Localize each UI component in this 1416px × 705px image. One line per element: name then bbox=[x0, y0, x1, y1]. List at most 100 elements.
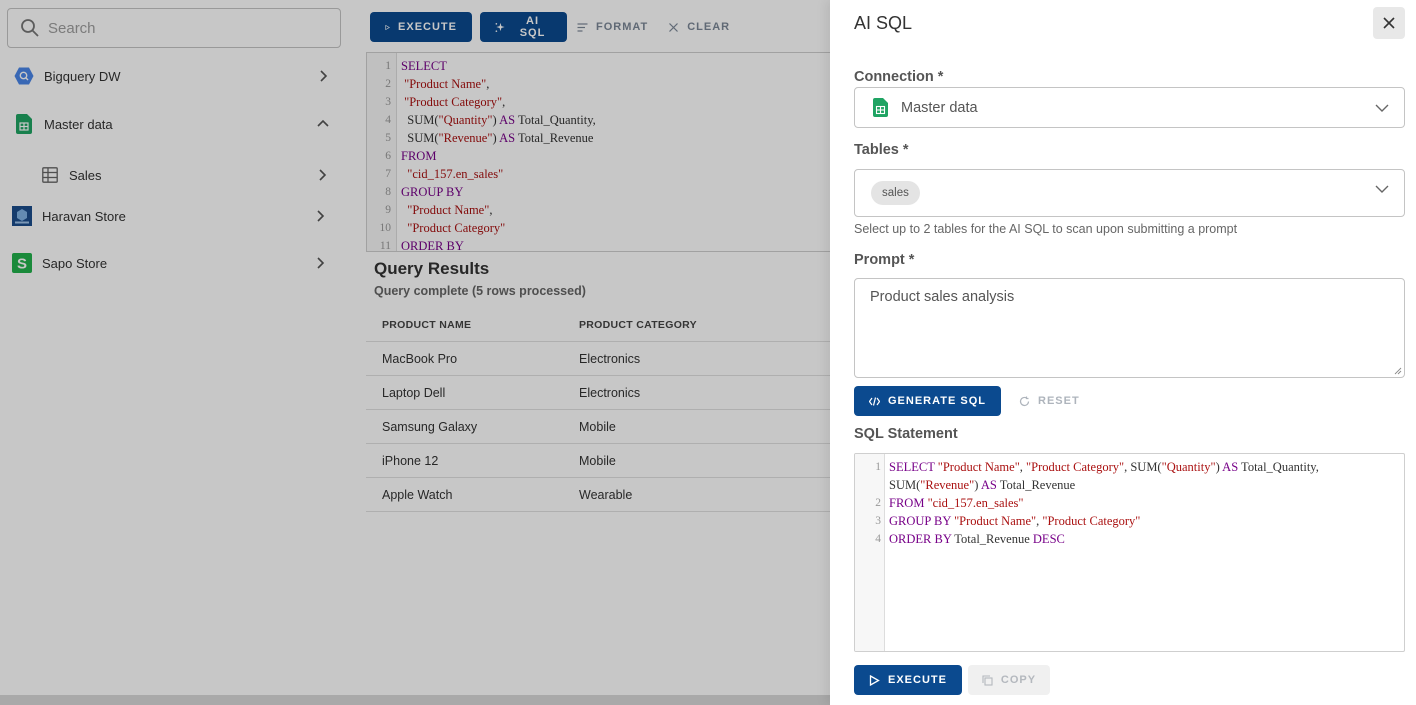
execute-sql-button[interactable]: EXECUTE bbox=[854, 665, 962, 695]
editor-area: EXECUTE AI SQL FORMAT CLEAR 1 SELECT 2 "P… bbox=[361, 0, 830, 670]
code-line: 11 ORDER BY bbox=[367, 237, 464, 251]
haravan-icon bbox=[12, 206, 32, 226]
line-number: 3 bbox=[875, 515, 881, 527]
table-cell: Electronics bbox=[579, 351, 641, 366]
horizontal-scrollbar[interactable] bbox=[0, 695, 830, 705]
line-number: 6 bbox=[385, 150, 391, 162]
line-number: 9 bbox=[385, 204, 391, 216]
prompt-value: Product sales analysis bbox=[870, 289, 1015, 305]
table-cell: MacBook Pro bbox=[382, 351, 458, 366]
google-sheets-icon bbox=[14, 114, 34, 134]
sidebar-item-label: Sales bbox=[69, 167, 102, 183]
code-line: 1 SELECT "Product Name", "Product Categor… bbox=[855, 458, 1395, 476]
reset-label: RESET bbox=[1038, 395, 1080, 407]
line-number: 2 bbox=[875, 497, 881, 509]
line-number: 8 bbox=[385, 186, 391, 198]
results-table: PRODUCT NAME PRODUCT CATEGORY MacBook Pr… bbox=[366, 308, 830, 512]
table-row: Apple Watch Wearable bbox=[366, 478, 830, 512]
prompt-label: Prompt * bbox=[854, 252, 915, 268]
table-chip[interactable]: sales bbox=[871, 181, 920, 205]
line-number: 4 bbox=[875, 533, 881, 545]
table-cell: iPhone 12 bbox=[382, 453, 439, 468]
line-number: 1 bbox=[385, 60, 391, 72]
line-number: 1 bbox=[875, 461, 881, 473]
sql-editor[interactable]: 1 SELECT 2 "Product Name", 3 "Product Cat… bbox=[366, 52, 830, 252]
code-line: 8 GROUP BY bbox=[367, 183, 463, 201]
sidebar-item-label: Master data bbox=[44, 116, 113, 132]
chevron-down-icon[interactable] bbox=[1375, 182, 1389, 196]
column-header[interactable]: PRODUCT NAME bbox=[366, 319, 579, 331]
execute-label: EXECUTE bbox=[398, 21, 457, 33]
sql-statement-editor[interactable]: 1 SELECT "Product Name", "Product Categor… bbox=[854, 453, 1405, 652]
search-input[interactable] bbox=[48, 19, 308, 37]
table-icon bbox=[40, 165, 60, 185]
copy-button[interactable]: COPY bbox=[968, 665, 1050, 695]
line-number: 7 bbox=[385, 168, 391, 180]
code-line: 2 FROM "cid_157.en_sales" bbox=[855, 494, 1395, 512]
table-row: iPhone 12 Mobile bbox=[366, 444, 830, 478]
column-header[interactable]: PRODUCT CATEGORY bbox=[579, 319, 830, 331]
clear-button[interactable]: CLEAR bbox=[658, 12, 740, 42]
drawer-title: AI SQL bbox=[854, 13, 913, 33]
ai-sql-label: AI SQL bbox=[519, 15, 546, 39]
table-cell: Samsung Galaxy bbox=[382, 419, 478, 434]
table-cell: Wearable bbox=[579, 487, 633, 502]
line-number: 10 bbox=[379, 222, 392, 234]
chevron-right-icon[interactable] bbox=[314, 257, 326, 269]
clear-label: CLEAR bbox=[687, 21, 731, 33]
svg-text:S: S bbox=[17, 256, 27, 273]
chevron-right-icon[interactable] bbox=[317, 70, 329, 82]
sidebar-item-bigquery[interactable]: Bigquery DW bbox=[14, 56, 367, 96]
table-header: PRODUCT NAME PRODUCT CATEGORY bbox=[366, 308, 830, 342]
sidebar-item-label: Bigquery DW bbox=[44, 68, 121, 84]
google-sheets-icon bbox=[873, 98, 888, 117]
sidebar-item-label: Haravan Store bbox=[42, 208, 126, 224]
line-number: 5 bbox=[385, 132, 391, 144]
line-number: 3 bbox=[385, 96, 391, 108]
table-row: Samsung Galaxy Mobile bbox=[366, 410, 830, 444]
chevron-down-icon[interactable] bbox=[1375, 101, 1389, 115]
table-row: MacBook Pro Electronics bbox=[366, 342, 830, 376]
resize-handle-icon[interactable] bbox=[1394, 367, 1402, 375]
sidebar-item-master-data[interactable]: Master data bbox=[14, 104, 367, 144]
execute-button[interactable]: EXECUTE bbox=[370, 12, 472, 42]
code-line: SUM("Revenue") AS Total_Revenue bbox=[889, 478, 1076, 492]
ai-sql-button[interactable]: AI SQL bbox=[480, 12, 567, 42]
code-line: 9 "Product Name", bbox=[367, 201, 492, 219]
code-line: 3 "Product Category", bbox=[367, 93, 505, 111]
table-row: Laptop Dell Electronics bbox=[366, 376, 830, 410]
prompt-textarea[interactable]: Product sales analysis bbox=[854, 278, 1405, 378]
tables-label: Tables * bbox=[854, 142, 909, 158]
app-background: Bigquery DW Master data Sales Haravan St… bbox=[0, 0, 830, 705]
format-icon bbox=[577, 22, 588, 32]
table-cell: Apple Watch bbox=[382, 487, 453, 502]
code-line: 2 "Product Name", bbox=[367, 75, 489, 93]
chevron-right-icon[interactable] bbox=[316, 169, 328, 181]
copy-label: COPY bbox=[1000, 674, 1037, 686]
chevron-right-icon[interactable] bbox=[314, 210, 326, 222]
format-button[interactable]: FORMAT bbox=[567, 12, 658, 42]
code-line: 4 ORDER BY Total_Revenue DESC bbox=[855, 530, 1395, 548]
results-title: Query Results bbox=[374, 259, 490, 278]
code-line: 1 SELECT bbox=[367, 57, 447, 75]
chevron-up-icon[interactable] bbox=[317, 118, 329, 130]
format-label: FORMAT bbox=[596, 21, 649, 33]
search-box[interactable] bbox=[7, 8, 341, 48]
line-number: 2 bbox=[385, 78, 391, 90]
generate-sql-label: GENERATE SQL bbox=[888, 395, 986, 407]
sidebar-item-label: Sapo Store bbox=[42, 255, 108, 271]
close-button[interactable] bbox=[1373, 7, 1405, 39]
sidebar-item-sales[interactable]: Sales bbox=[40, 155, 353, 195]
sidebar-item-sapo[interactable]: S Sapo Store bbox=[12, 243, 353, 283]
tables-select[interactable]: sales bbox=[854, 169, 1405, 217]
reset-button[interactable]: RESET bbox=[1009, 386, 1090, 416]
generate-sql-button[interactable]: GENERATE SQL bbox=[854, 386, 1001, 416]
results-status: Query complete (5 rows processed) bbox=[374, 284, 586, 298]
sapo-icon: S bbox=[12, 253, 32, 273]
code-line: 5 SUM("Revenue") AS Total_Revenue bbox=[367, 129, 593, 147]
play-icon bbox=[869, 674, 880, 686]
close-icon bbox=[1383, 17, 1395, 29]
connection-select[interactable]: Master data bbox=[854, 87, 1405, 128]
sidebar-item-haravan[interactable]: Haravan Store bbox=[12, 196, 353, 236]
table-cell: Mobile bbox=[579, 419, 616, 434]
